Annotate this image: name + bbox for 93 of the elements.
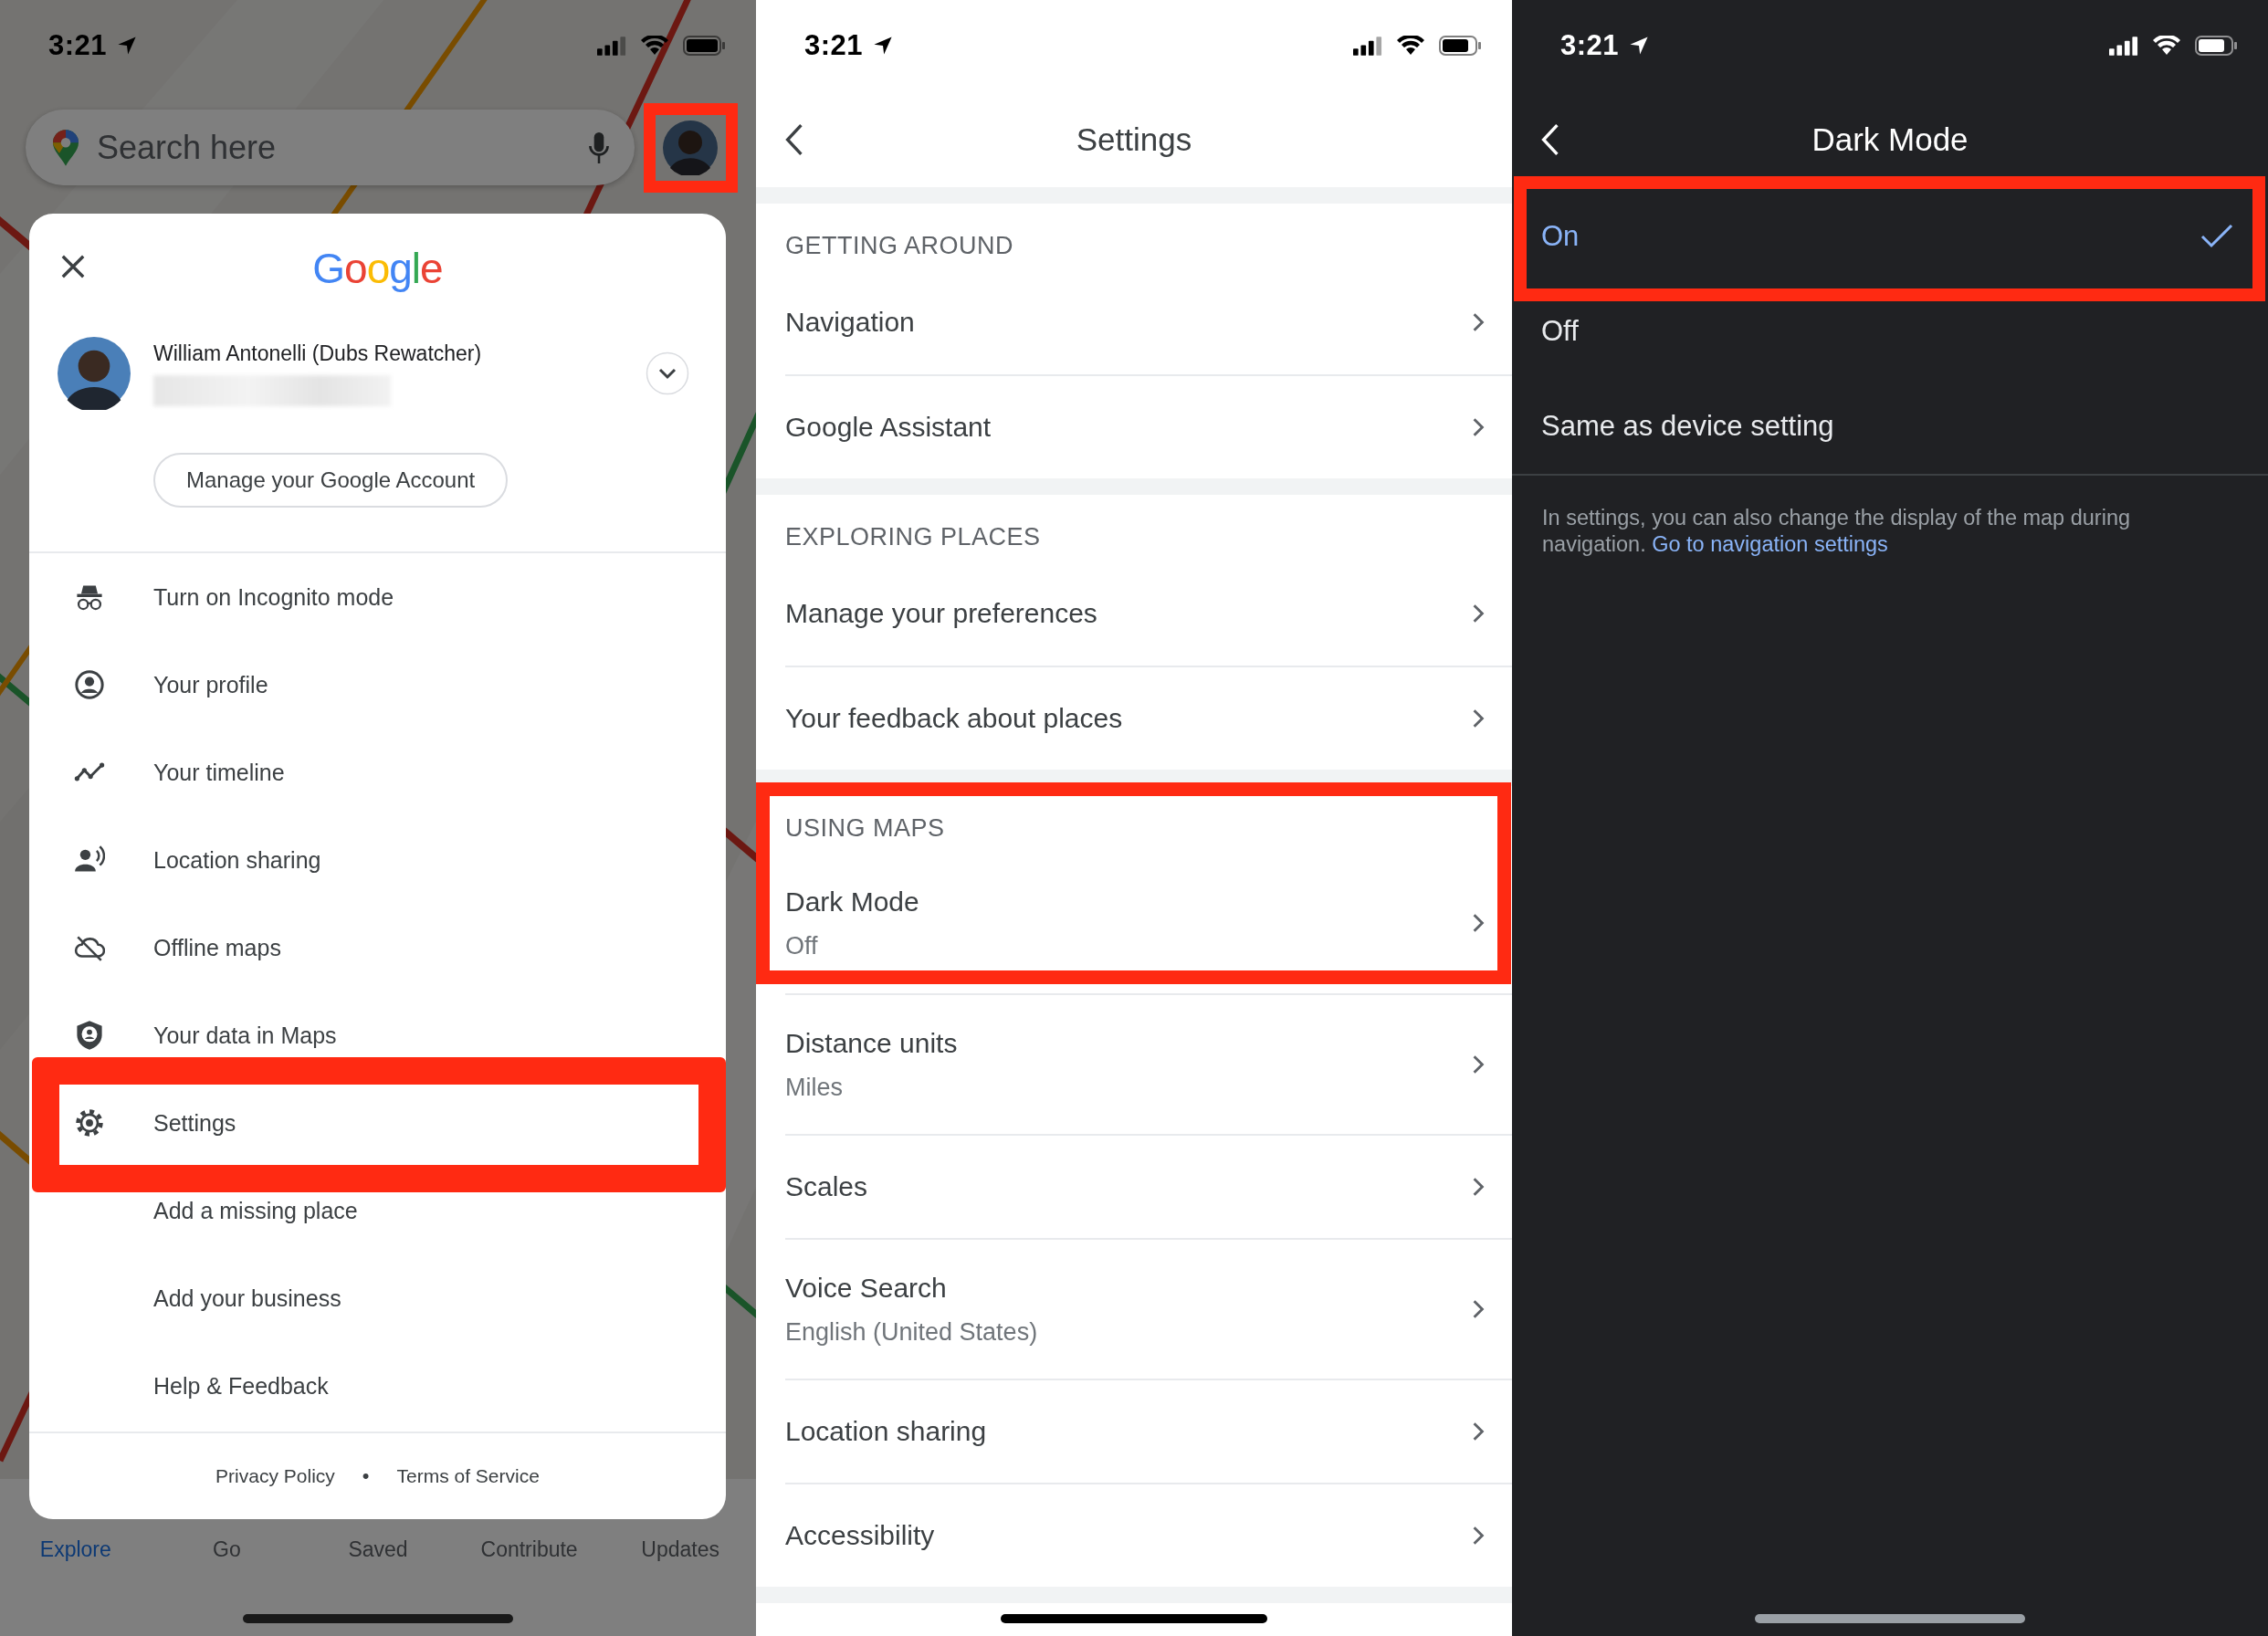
menu-item-label: Add a missing place: [153, 1197, 358, 1224]
location-arrow-icon: [116, 35, 139, 57]
menu-item[interactable]: Help & Feedback: [29, 1342, 726, 1430]
settings-icon: [74, 1107, 105, 1138]
signal-icon: [597, 36, 626, 56]
menu-item[interactable]: Offline maps: [29, 904, 726, 991]
chevron-right-icon: [1472, 913, 1485, 933]
chevron-right-icon: [1472, 1054, 1485, 1075]
account-name: William Antonelli (Dubs Rewatcher): [153, 341, 483, 366]
navigation-settings-link[interactable]: Go to navigation settings: [1652, 532, 1888, 556]
menu-item-label: Your timeline: [153, 759, 285, 786]
menu-item-label: Offline maps: [153, 934, 281, 961]
back-icon[interactable]: [1540, 123, 1560, 156]
menu-item-label: Location sharing: [153, 846, 321, 874]
avatar[interactable]: [663, 120, 718, 175]
wifi-icon: [1397, 36, 1424, 56]
option-label: On: [1541, 220, 1580, 253]
row-label: Accessibility: [785, 1520, 936, 1551]
map-pin-icon: [53, 129, 79, 166]
dark-mode-option[interactable]: Off: [1512, 284, 2268, 379]
row-label: Location sharing: [785, 1416, 988, 1447]
microphone-icon[interactable]: [589, 131, 609, 163]
chevron-right-icon: [1472, 1526, 1485, 1546]
menu-item-label: Your data in Maps: [153, 1022, 337, 1049]
status-time: 3:21: [1560, 29, 1620, 62]
dark-mode-option[interactable]: Same as device setting: [1512, 379, 2268, 474]
screen-title: Dark Mode: [1811, 121, 1969, 158]
row-label: Manage your preferences: [785, 598, 1098, 629]
menu-item[interactable]: Add your business: [29, 1254, 726, 1342]
settings-row[interactable]: Manage your preferences: [785, 561, 1512, 666]
menu-item[interactable]: Location sharing: [29, 816, 726, 904]
menu-item[interactable]: Settings: [29, 1079, 726, 1167]
search-field[interactable]: Search here: [26, 110, 635, 185]
check-icon: [2200, 224, 2233, 249]
row-label: Dark Mode: [785, 886, 920, 918]
chevron-right-icon: [1472, 417, 1485, 437]
section-heading: EXPLORING PLACES: [784, 522, 1042, 552]
menu-item-label: Your profile: [153, 671, 268, 698]
shield-icon: [74, 1020, 105, 1051]
search-input[interactable]: Search here: [95, 127, 572, 168]
location-arrow-icon: [872, 35, 895, 57]
row-label: Voice Search: [785, 1272, 948, 1304]
chevron-right-icon: [1472, 312, 1485, 332]
row-label: Your feedback about places: [785, 703, 1124, 734]
battery-icon: [2195, 36, 2239, 56]
dark-mode-option[interactable]: On: [1512, 189, 2268, 284]
location-arrow-icon: [1628, 35, 1651, 57]
battery-icon: [683, 36, 727, 56]
menu-item[interactable]: Add a missing place: [29, 1167, 726, 1254]
profile-icon: [74, 669, 105, 700]
status-time: 3:21: [48, 29, 108, 62]
signal-icon: [2109, 36, 2138, 56]
wifi-icon: [2153, 36, 2180, 56]
menu-item[interactable]: Your data in Maps: [29, 991, 726, 1079]
note-text: In settings, you can also change the display of the map during navigation. Go to navigation settings: [1542, 505, 2132, 558]
menu-item-label: Settings: [153, 1109, 236, 1137]
status-time: 3:21: [804, 29, 864, 62]
google-logo: Google: [312, 244, 443, 293]
row-value: English (United States): [785, 1317, 1039, 1347]
menu-item-label: Turn on Incognito mode: [153, 583, 394, 611]
row-label: Scales: [785, 1171, 869, 1202]
chevron-right-icon: [1472, 603, 1485, 624]
menu-item[interactable]: Your timeline: [29, 729, 726, 816]
settings-row[interactable]: Dark Mode Off: [785, 853, 1512, 993]
terms-link[interactable]: Terms of Service: [396, 1465, 540, 1487]
menu-item-label: Help & Feedback: [153, 1372, 329, 1400]
chevron-down-icon[interactable]: [646, 351, 689, 395]
privacy-policy-link[interactable]: Privacy Policy: [215, 1465, 335, 1487]
row-label: Navigation: [785, 307, 916, 338]
menu-item-label: Add your business: [153, 1285, 341, 1312]
manage-account-button[interactable]: Manage your Google Account: [153, 453, 509, 508]
row-label: Distance units: [785, 1027, 959, 1059]
row-label: Google Assistant: [785, 412, 992, 443]
option-label: Same as device setting: [1541, 410, 1835, 443]
back-icon[interactable]: [784, 123, 804, 156]
wifi-icon: [641, 36, 668, 56]
settings-row[interactable]: Navigation: [785, 270, 1512, 374]
menu-item[interactable]: Your profile: [29, 641, 726, 729]
row-value: Off: [785, 931, 819, 960]
chevron-right-icon: [1472, 1299, 1485, 1319]
chevron-right-icon: [1472, 1421, 1485, 1442]
row-value: Miles: [785, 1073, 844, 1102]
section-heading: GETTING AROUND: [784, 231, 1014, 261]
battery-icon: [1439, 36, 1483, 56]
chevron-right-icon: [1472, 1177, 1485, 1197]
chevron-right-icon: [1472, 708, 1485, 729]
separator-dot: •: [362, 1464, 370, 1488]
close-icon[interactable]: [60, 254, 86, 279]
section-heading: USING MAPS: [784, 813, 946, 844]
menu-item[interactable]: Turn on Incognito mode: [29, 553, 726, 641]
signal-icon: [1353, 36, 1382, 56]
option-label: Off: [1541, 315, 1580, 348]
screen-title: Settings: [1076, 121, 1192, 158]
